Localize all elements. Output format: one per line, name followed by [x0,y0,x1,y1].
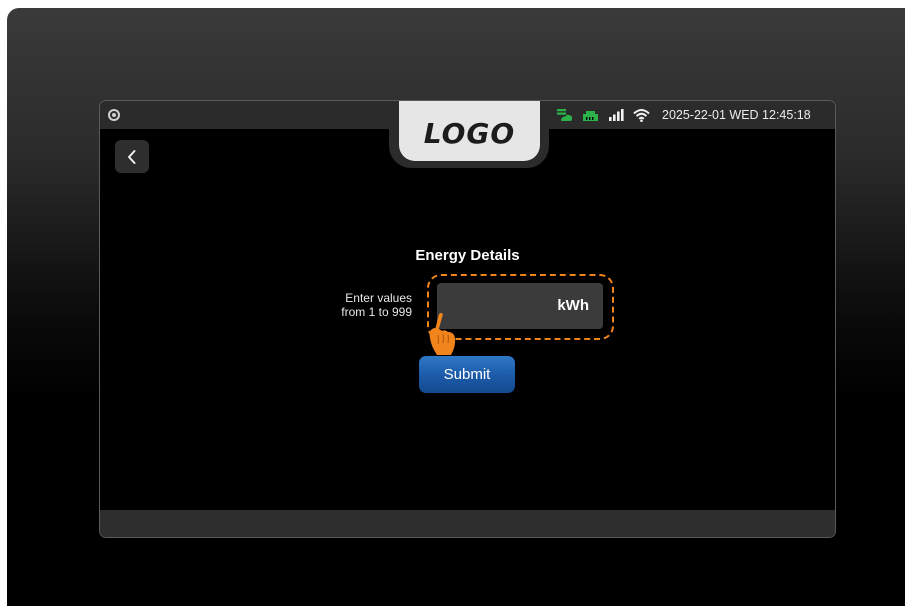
logo-badge: LOGO [399,101,540,161]
chevron-left-icon [128,149,136,164]
input-hint-line-1: Enter values [345,291,412,305]
ethernet-icon [583,111,598,121]
status-datetime: 2025-22-01 WED 12:45:18 [662,108,811,122]
logo-text: LOGO [423,116,516,150]
device-frame: LOGO 2025-22-01 WED 12:45:18 Energy Deta… [7,8,905,606]
device-screen: LOGO 2025-22-01 WED 12:45:18 Energy Deta… [99,100,836,538]
tap-hand-icon [429,313,456,355]
wifi-icon [633,109,650,122]
input-hint-line-2: from 1 to 999 [341,305,412,319]
status-icons: 2025-22-01 WED 12:45:18 [556,101,811,129]
input-hint: Enter values from 1 to 999 [312,291,412,319]
camera-icon [108,109,120,121]
submit-button[interactable]: Submit [419,356,515,393]
bottom-bar [100,510,835,537]
page-title: Energy Details [415,247,520,264]
energy-input-box[interactable]: kWh [437,283,603,331]
signal-bars-icon [609,109,624,121]
unit-label: kWh [557,297,589,314]
back-button[interactable] [115,140,149,173]
cloud-sync-icon [557,109,573,121]
